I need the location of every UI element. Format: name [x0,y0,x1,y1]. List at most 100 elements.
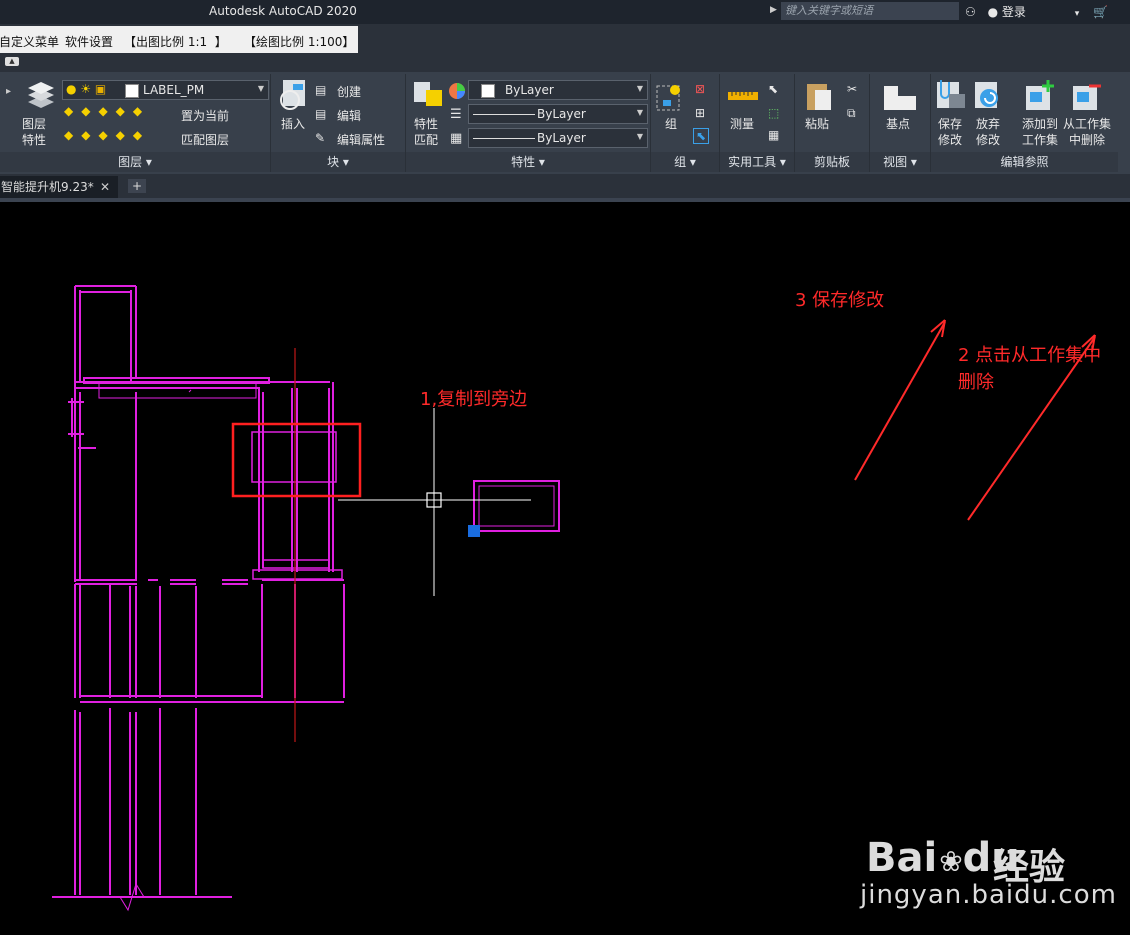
lock-icon: ▣ [94,82,107,96]
menu-item-settings[interactable]: 软件设置 [65,33,113,50]
annotation-step2-line1: 2 点击从工作集中 [958,345,1102,366]
panel-edit-reference: 编辑参照 保存 修改 放弃 修改 添加到 工作集 从工作集 中删除 [931,74,1118,172]
ruler-icon[interactable] [728,90,758,102]
panel-title-utilities[interactable]: 实用工具 ▾ [720,153,794,170]
sun-icon: ☀ [80,82,92,96]
panel-title-block[interactable]: 块 ▾ [271,153,405,170]
panel-title-clipboard: 剪贴板 [813,155,850,169]
remove-from-working-set-label[interactable]: 从工作集 中删除 [1063,116,1111,148]
panel-title-edit-reference: 编辑参照 [1000,155,1049,169]
tab-label: 智能提升机9.23* [1,180,94,194]
color-swatch [481,84,495,98]
login-link[interactable]: 登录 [1002,5,1026,19]
menu-bar: 自定义菜单 软件设置 【出图比例 1:1 】 【绘图比例 1:100】 [0,24,1130,54]
match-properties-label[interactable]: 特性 匹配 [414,116,438,148]
tab-drawing[interactable]: 智能提升机9.23* ✕ [0,176,118,198]
save-changes-label[interactable]: 保存 修改 [938,116,962,148]
expand-arrow-icon[interactable]: ▶ [770,5,777,15]
title-bar: Autodesk AutoCAD 2020 ▶ 键入关键字或短语 ⚇ ● 登录 … [0,0,1130,24]
edit-attribute-icon[interactable]: ✎ [315,131,325,145]
cad-drawing[interactable] [0,202,1130,935]
drawing-canvas[interactable] [0,202,1130,935]
layer-properties-label[interactable]: 图层 特性 [22,116,46,148]
add-to-working-set-icon[interactable] [1024,80,1056,112]
group-label[interactable]: 组 [665,116,677,132]
chevron-down-icon: ▼ [636,132,643,141]
panel-layers: 图层 ▾ ▸ 图层 特性 ● ☀ ▣ LABEL_PM ▼ ◆◆◆◆◆ 置为当前… [0,74,271,172]
new-tab-button[interactable]: + [128,179,146,193]
basepoint-label[interactable]: 基点 [886,116,910,132]
remove-from-working-set-icon[interactable] [1071,80,1103,112]
panel-properties: 特性 ▾ 特性 匹配 ☰ ▦ ByLayer ▼ ByLayer ▼ ByLay… [406,74,651,172]
insert-block-icon[interactable] [277,78,309,112]
group-icon[interactable] [655,82,685,114]
insert-label[interactable]: 插入 [281,116,305,132]
bulb-icon: ● [66,82,77,96]
panel-title-layers[interactable]: 图层 ▾ [0,153,270,170]
edit-block-icon[interactable]: ▤ [315,107,326,121]
panel-group: 组 ▾ 组 ⊠ ⊞ ⬉ [651,74,720,172]
user-area[interactable]: ⚇ ● 登录 ▾ 🛒 [965,3,1108,20]
binoculars-icon[interactable]: ⚇ [965,5,976,19]
annotation-step2-line2: 删除 [958,372,994,393]
discard-changes-icon[interactable] [973,78,1005,110]
menu-item-custom[interactable]: 自定义菜单 [0,33,59,50]
current-layer-name: LABEL_PM [143,83,205,97]
app-title: Autodesk AutoCAD 2020 [209,4,357,18]
color-wheel-icon[interactable] [448,82,466,100]
arrow-save-changes [854,321,946,481]
lineweight-value: ByLayer [537,131,586,145]
basepoint-icon[interactable] [884,86,916,110]
panel-title-group[interactable]: 组 ▾ [651,153,719,170]
measure-label[interactable]: 测量 [730,116,754,132]
paste-label[interactable]: 粘贴 [805,116,829,132]
linetype-icon: ☰ [450,107,462,122]
menu-item-draw-scale[interactable]: 【绘图比例 1:100】 [244,33,354,50]
ungroup-icon[interactable]: ⊠ [695,82,705,96]
search-input[interactable]: 键入关键字或短语 [781,2,959,20]
grip-handle[interactable] [468,525,480,537]
save-changes-icon[interactable] [935,78,967,110]
menu-item-output-scale[interactable]: 【出图比例 1:1 】 [124,33,227,50]
quick-access-row: ▲ [0,54,1130,72]
select-all-icon[interactable]: ⬚ [768,106,779,120]
layer-properties-icon[interactable] [24,80,58,112]
linetype-preview [473,114,535,115]
create-block-icon[interactable]: ▤ [315,83,326,97]
edit-attribute-label[interactable]: 编辑属性 [337,131,385,148]
match-layer-label[interactable]: 匹配图层 [181,131,229,148]
quick-select-icon[interactable]: ⬉ [768,82,778,96]
annotation-step1: 1,复制到旁边 [420,389,528,410]
layer-dropdown[interactable]: ● ☀ ▣ LABEL_PM ▼ [62,80,269,100]
layer-tool-icons-row1[interactable]: ◆◆◆◆◆ [64,104,150,118]
create-label[interactable]: 创建 [337,83,361,100]
cart-icon[interactable]: 🛒 [1093,5,1108,19]
discard-changes-label[interactable]: 放弃 修改 [976,116,1000,148]
layer-tool-icons-row2[interactable]: ◆◆◆◆◆ [64,128,150,142]
panel-title-view[interactable]: 视图 ▾ [870,153,930,170]
linetype-dropdown[interactable]: ByLayer ▼ [468,104,648,124]
chevron-down-icon: ▼ [257,84,264,93]
copy-icon[interactable]: ⧉ [847,106,856,121]
panel-utilities: 实用工具 ▾ 测量 ⬉ ⬚ ▦ [720,74,795,172]
panel-arrow-icon[interactable]: ▸ [6,86,11,97]
cut-icon[interactable]: ✂ [847,82,857,96]
paste-icon[interactable] [805,80,833,112]
chevron-down-icon: ▼ [636,108,643,117]
copied-object[interactable] [473,480,560,532]
calculator-icon[interactable]: ▦ [768,128,779,142]
match-properties-icon[interactable] [412,80,446,110]
group-edit-icon[interactable]: ⊞ [695,106,705,120]
dropdown-icon[interactable]: ▾ [1075,9,1080,19]
close-icon[interactable]: ✕ [100,176,110,198]
lineweight-dropdown[interactable]: ByLayer ▼ [468,128,648,148]
edit-label[interactable]: 编辑 [337,107,361,124]
color-dropdown[interactable]: ByLayer ▼ [468,80,648,100]
panel-title-properties[interactable]: 特性 ▾ [406,153,650,170]
group-select-icon[interactable]: ⬉ [693,128,710,144]
quick-access-toggle-icon[interactable]: ▲ [5,57,19,66]
custom-menu-strip: 自定义菜单 软件设置 【出图比例 1:1 】 【绘图比例 1:100】 [0,26,358,53]
linetype-value: ByLayer [537,107,586,121]
add-to-working-set-label[interactable]: 添加到 工作集 [1022,116,1058,148]
set-current-label[interactable]: 置为当前 [181,107,229,124]
